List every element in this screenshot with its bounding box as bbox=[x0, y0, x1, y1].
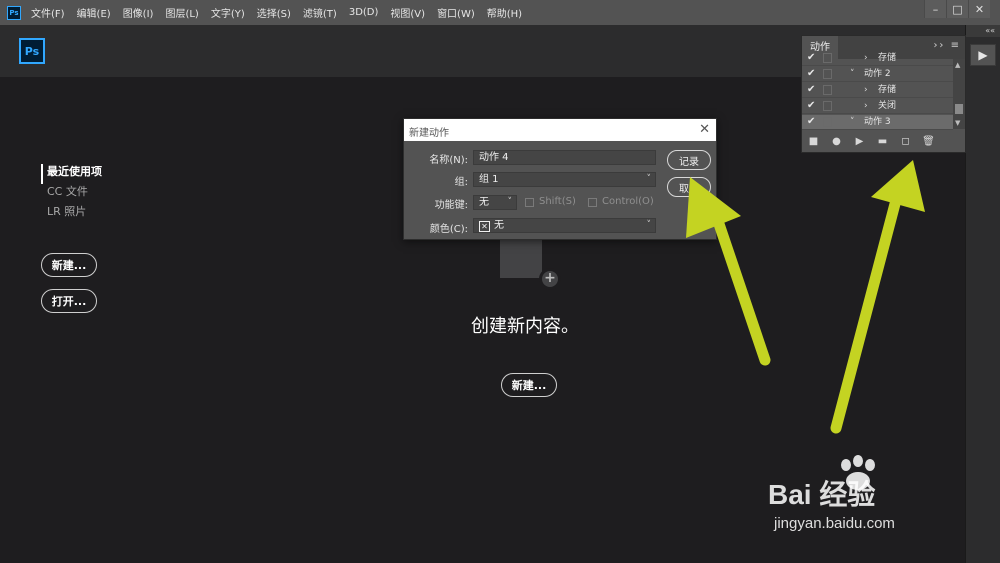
dialog-toggle-box[interactable] bbox=[823, 85, 832, 95]
scroll-up-icon[interactable]: ▲ bbox=[955, 61, 960, 69]
right-dock: «« ▶ bbox=[965, 25, 1000, 563]
nav-cc-files[interactable]: CC 文件 bbox=[41, 184, 102, 204]
menu-3d[interactable]: 3D(D) bbox=[349, 7, 379, 18]
close-button[interactable]: ✕ bbox=[968, 0, 990, 18]
color-select[interactable]: ✕ 无 ˅ bbox=[473, 218, 656, 233]
minimize-button[interactable]: – bbox=[924, 0, 946, 18]
action-row[interactable]: ✔ › 存储 bbox=[802, 83, 953, 98]
control-checkbox[interactable] bbox=[588, 198, 597, 207]
open-button[interactable]: 打开... bbox=[41, 289, 97, 313]
shift-checkbox[interactable] bbox=[525, 198, 534, 207]
collapse-arrow-icon[interactable]: ˅ bbox=[850, 115, 855, 130]
maximize-button[interactable]: □ bbox=[946, 0, 968, 18]
no-color-icon: ✕ bbox=[479, 221, 490, 232]
action-row[interactable]: ✔ ˅ 动作 2 bbox=[802, 67, 953, 82]
action-row[interactable]: ✔ › 存储 bbox=[802, 51, 953, 66]
name-label: 名称(N): bbox=[429, 155, 468, 166]
menu-help[interactable]: 帮助(H) bbox=[487, 5, 522, 20]
dialog-toggle-box[interactable] bbox=[823, 53, 832, 63]
menu-file[interactable]: 文件(F) bbox=[31, 5, 65, 20]
watermark-brand: Bai 经验 bbox=[768, 479, 876, 510]
dialog-toggle-box[interactable] bbox=[823, 69, 832, 79]
action-label: 动作 2 bbox=[864, 69, 891, 79]
menu-filter[interactable]: 滤镜(T) bbox=[303, 5, 337, 20]
menu-layer[interactable]: 图层(L) bbox=[165, 5, 198, 20]
new-action-icon[interactable]: ◻ bbox=[894, 136, 917, 147]
nav-recent[interactable]: 最近使用项 bbox=[41, 164, 102, 184]
function-key-value: 无 bbox=[479, 197, 489, 208]
menu-image[interactable]: 图像(I) bbox=[123, 5, 154, 20]
actions-panel: 动作 ›› ≡ ✔ › 存储 ✔ ˅ 动作 2 ✔ › 存储 ✔ › 关闭 ✔ bbox=[801, 35, 966, 153]
record-button[interactable]: 记录 bbox=[667, 150, 711, 170]
collapse-arrow-icon[interactable]: ˅ bbox=[850, 67, 855, 82]
nav-lr-photos[interactable]: LR 照片 bbox=[41, 204, 102, 224]
check-icon[interactable]: ✔ bbox=[807, 116, 819, 128]
collapse-dock-icon[interactable]: «« bbox=[966, 25, 1000, 37]
window-controls: – □ ✕ bbox=[924, 0, 990, 18]
close-icon[interactable]: ✕ bbox=[699, 122, 710, 137]
shift-label: Shift(S) bbox=[539, 196, 576, 207]
new-action-dialog: 新建动作 ✕ 名称(N): 动作 4 组: 组 1 ˅ 功能键: 无 ˅ Shi… bbox=[403, 118, 717, 240]
action-label: 存储 bbox=[878, 85, 897, 95]
expand-arrow-icon[interactable]: › bbox=[864, 99, 868, 114]
menu-bar: Ps 文件(F) 编辑(E) 图像(I) 图层(L) 文字(Y) 选择(S) 滤… bbox=[0, 0, 1000, 25]
new-button[interactable]: 新建... bbox=[41, 253, 97, 277]
action-row[interactable]: ✔ › 关闭 bbox=[802, 99, 953, 114]
dialog-toggle-box[interactable] bbox=[823, 117, 832, 127]
check-icon[interactable]: ✔ bbox=[807, 52, 819, 64]
menu-window[interactable]: 窗口(W) bbox=[437, 5, 475, 20]
dialog-titlebar: 新建动作 ✕ bbox=[404, 119, 716, 141]
play-icon[interactable]: ▶ bbox=[848, 136, 871, 147]
group-label: 组: bbox=[454, 177, 468, 188]
control-label: Control(O) bbox=[602, 196, 654, 207]
actions-dock-icon[interactable]: ▶ bbox=[970, 44, 996, 66]
check-icon[interactable]: ✔ bbox=[807, 84, 819, 96]
trash-icon[interactable]: 🗑 bbox=[917, 136, 940, 147]
dialog-title: 新建动作 bbox=[409, 128, 449, 139]
center-new-button[interactable]: 新建... bbox=[501, 373, 557, 397]
menu-select[interactable]: 选择(S) bbox=[257, 5, 291, 20]
watermark-url: jingyan.baidu.com bbox=[774, 515, 895, 532]
panel-menu-icon[interactable]: ›› ≡ bbox=[933, 40, 961, 51]
dialog-toggle-box[interactable] bbox=[823, 101, 832, 111]
start-nav: 最近使用项 CC 文件 LR 照片 bbox=[41, 164, 102, 224]
scroll-down-icon[interactable]: ▼ bbox=[955, 119, 960, 127]
color-label: 颜色(C): bbox=[429, 224, 468, 235]
action-label: 动作 3 bbox=[864, 117, 891, 127]
scroll-thumb[interactable] bbox=[955, 104, 963, 114]
color-value: 无 bbox=[494, 220, 504, 231]
ps-app-icon[interactable]: Ps bbox=[7, 5, 21, 20]
cancel-button[interactable]: 取消 bbox=[667, 177, 711, 197]
chevron-down-icon: ˅ bbox=[646, 220, 652, 230]
group-value: 组 1 bbox=[479, 174, 499, 185]
function-key-label: 功能键: bbox=[434, 200, 468, 211]
actions-panel-footer: ■ ● ▶ ▬ ◻ 🗑 bbox=[802, 131, 965, 151]
action-list: ✔ › 存储 ✔ ˅ 动作 2 ✔ › 存储 ✔ › 关闭 ✔ ˅ 动作 3 bbox=[802, 52, 953, 130]
folder-icon[interactable]: ▬ bbox=[871, 136, 894, 147]
menu-view[interactable]: 视图(V) bbox=[390, 5, 425, 20]
group-select[interactable]: 组 1 ˅ bbox=[473, 172, 656, 187]
record-icon[interactable]: ● bbox=[825, 136, 848, 147]
expand-arrow-icon[interactable]: › bbox=[864, 83, 868, 98]
menu-type[interactable]: 文字(Y) bbox=[211, 5, 245, 20]
name-input[interactable]: 动作 4 bbox=[473, 150, 656, 165]
chevron-down-icon: ˅ bbox=[646, 174, 652, 184]
ps-logo[interactable]: Ps bbox=[19, 38, 45, 64]
chevron-down-icon: ˅ bbox=[507, 197, 513, 207]
create-new-headline: 创建新内容。 bbox=[471, 316, 579, 337]
action-label: 存储 bbox=[878, 53, 897, 63]
expand-arrow-icon[interactable]: › bbox=[864, 51, 868, 66]
actions-scrollbar[interactable]: ▲ ▼ bbox=[953, 59, 965, 129]
function-key-select[interactable]: 无 ˅ bbox=[473, 195, 517, 210]
action-row-selected[interactable]: ✔ ˅ 动作 3 bbox=[802, 115, 953, 130]
check-icon[interactable]: ✔ bbox=[807, 68, 819, 80]
plus-icon: + bbox=[539, 268, 561, 290]
check-icon[interactable]: ✔ bbox=[807, 100, 819, 112]
action-label: 关闭 bbox=[878, 101, 897, 111]
menu-edit[interactable]: 编辑(E) bbox=[77, 5, 111, 20]
stop-icon[interactable]: ■ bbox=[802, 136, 825, 147]
